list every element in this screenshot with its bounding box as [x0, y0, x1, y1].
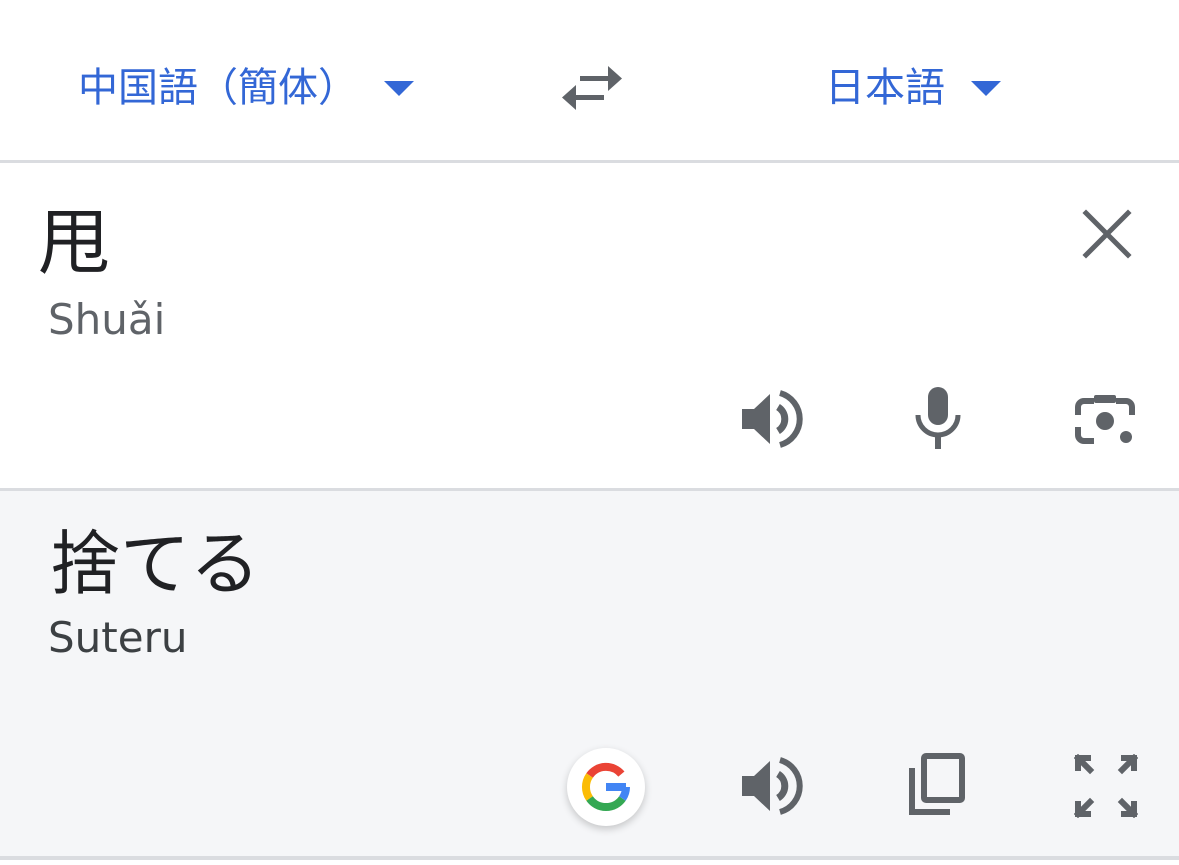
source-speak-button[interactable]	[738, 389, 804, 449]
speaker-icon	[742, 390, 803, 448]
target-language-selector[interactable]: 日本語	[825, 64, 1001, 112]
fullscreen-icon	[1074, 754, 1138, 818]
source-language-label: 中国語（簡体）	[78, 65, 358, 111]
swap-arrows-icon	[562, 66, 622, 110]
speaker-icon	[742, 757, 803, 815]
close-icon	[1082, 209, 1132, 259]
camera-lens-icon	[1075, 395, 1135, 444]
translation-text: 捨てる	[50, 523, 260, 605]
top-bar	[0, 0, 1179, 14]
caret-down-icon	[384, 80, 414, 96]
language-bar: 中国語（簡体） 日本語	[0, 14, 1179, 163]
bottom-divider	[0, 856, 1179, 860]
translation-romanization: Suteru	[48, 613, 188, 662]
google-g-icon	[582, 762, 631, 811]
source-panel: 甩 Shuǎi	[0, 163, 1179, 488]
source-language-selector[interactable]: 中国語（簡体）	[78, 64, 414, 112]
swap-languages-button[interactable]	[560, 64, 624, 112]
copy-button[interactable]	[906, 752, 968, 818]
fullscreen-button[interactable]	[1074, 754, 1138, 818]
source-text[interactable]: 甩	[38, 203, 110, 283]
caret-down-icon	[971, 80, 1001, 96]
source-romanization: Shuǎi	[48, 295, 166, 344]
google-button[interactable]	[567, 748, 645, 826]
clear-button[interactable]	[1080, 207, 1134, 261]
voice-input-button[interactable]	[912, 385, 964, 451]
microphone-icon	[915, 387, 961, 449]
translation-speak-button[interactable]	[738, 756, 804, 816]
camera-translate-button[interactable]	[1074, 391, 1138, 451]
copy-icon	[909, 753, 965, 815]
target-language-label: 日本語	[825, 65, 945, 111]
